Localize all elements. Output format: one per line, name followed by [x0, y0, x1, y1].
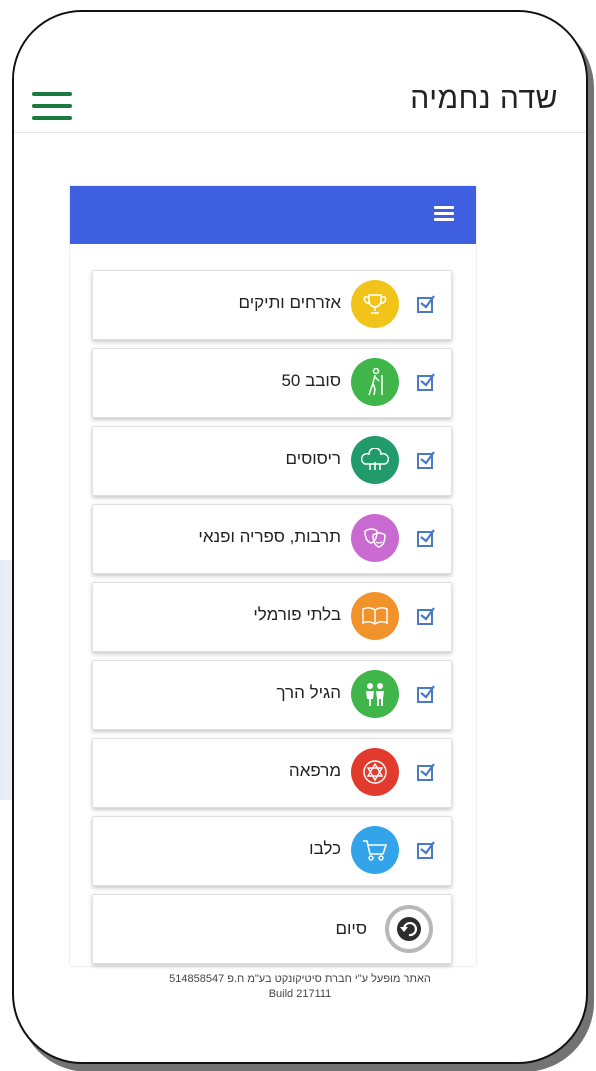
- checkmark-icon: [420, 529, 435, 543]
- checkmark-icon: [420, 373, 435, 387]
- checkmark-icon: [420, 763, 435, 777]
- list-item-label: אזרחים ותיקים: [238, 293, 341, 312]
- checkbox[interactable]: [417, 451, 435, 469]
- checkbox[interactable]: [417, 295, 435, 313]
- app-header: שדה נחמיה: [14, 12, 586, 133]
- star-of-david-icon: [351, 748, 399, 796]
- footer-build-text: Build 217111: [268, 988, 332, 1000]
- list-item-senior-citizens[interactable]: אזרחים ותיקים: [92, 270, 452, 340]
- list-item-label: כלבו: [309, 839, 341, 858]
- checkbox[interactable]: [417, 607, 435, 625]
- checkmark-icon: [420, 685, 435, 699]
- app-title: שדה נחמיה: [410, 82, 558, 115]
- book-icon: [351, 592, 399, 640]
- checkbox[interactable]: [417, 373, 435, 391]
- children-icon: [351, 670, 399, 718]
- list-item-sovev-50[interactable]: סובב 50: [92, 348, 452, 418]
- checkbox[interactable]: [417, 763, 435, 781]
- checkbox[interactable]: [417, 529, 435, 547]
- checkmark-icon: [420, 607, 435, 621]
- finish-button[interactable]: סיום: [92, 894, 452, 964]
- list-item-label: בלתי פורמלי: [253, 605, 341, 624]
- panel-header: [70, 186, 476, 244]
- checkbox[interactable]: [417, 841, 435, 859]
- checkmark-icon: [420, 451, 435, 465]
- list-item-label: תרבות, ספריה ופנאי: [198, 527, 341, 546]
- checkbox[interactable]: [417, 685, 435, 703]
- footer: האתר מופעל ע"י חברת סיטיקונקט בע"מ ח.פ 5…: [14, 972, 586, 1002]
- list-item-culture-library[interactable]: תרבות, ספריה ופנאי: [92, 504, 452, 574]
- phone-frame: שדה נחמיה אזרחים ותיקים סובב 50 ריסוסים …: [12, 10, 588, 1064]
- checkmark-icon: [420, 295, 435, 309]
- services-panel: אזרחים ותיקים סובב 50 ריסוסים תרבות, ספר…: [70, 186, 476, 966]
- theater-masks-icon: [351, 514, 399, 562]
- list-item-label: הגיל הרך: [276, 683, 341, 702]
- list-item-label: מרפאה: [288, 761, 341, 780]
- undo-icon: [385, 905, 433, 953]
- list-item-spraying[interactable]: ריסוסים: [92, 426, 452, 496]
- list-item-early-childhood[interactable]: הגיל הרך: [92, 660, 452, 730]
- list-item-clinic[interactable]: מרפאה: [92, 738, 452, 808]
- finish-label: סיום: [335, 919, 367, 938]
- list-item-label: סובב 50: [281, 371, 341, 390]
- panel-menu-icon[interactable]: [434, 206, 454, 222]
- hamburger-menu-icon[interactable]: [32, 92, 72, 120]
- list-item-informal[interactable]: בלתי פורמלי: [92, 582, 452, 652]
- trophy-icon: [351, 280, 399, 328]
- footer-company-text: האתר מופעל ע"י חברת סיטיקונקט בע"מ ח.פ 5…: [169, 973, 431, 985]
- list-item-store[interactable]: כלבו: [92, 816, 452, 886]
- list-item-label: ריסוסים: [285, 449, 341, 468]
- checkmark-icon: [420, 841, 435, 855]
- shopping-cart-icon: [351, 826, 399, 874]
- hiker-icon: [351, 358, 399, 406]
- trees-icon: [351, 436, 399, 484]
